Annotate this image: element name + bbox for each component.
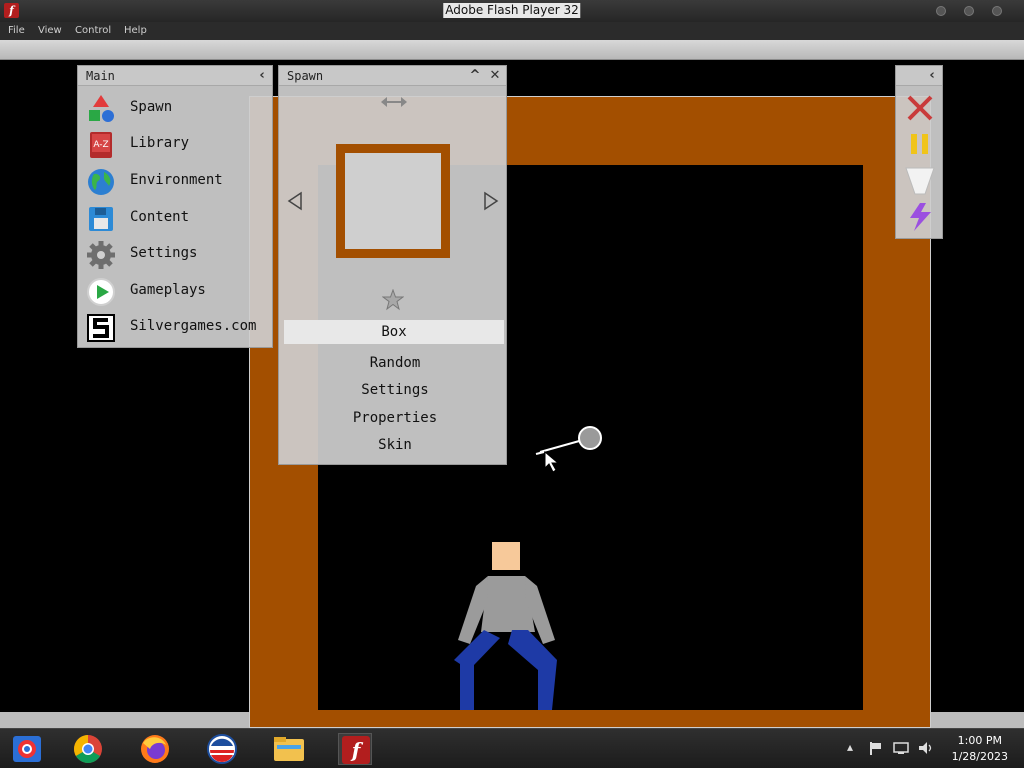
main-item-label: Gameplays (130, 282, 206, 298)
main-item-label: Content (130, 209, 190, 225)
main-item-label: Spawn (130, 99, 173, 115)
flash-player-icon[interactable]: f (338, 733, 372, 765)
network-icon[interactable] (893, 741, 909, 755)
main-panel-header: Main ‹ (78, 66, 272, 86)
mouse-cursor-icon (544, 450, 560, 473)
menu-file[interactable]: File (8, 25, 25, 36)
system-clock[interactable]: 1:00 PM 1/28/2023 (952, 733, 1008, 765)
spawn-option-random[interactable]: Random (285, 351, 505, 375)
close-icon[interactable]: ✕ (486, 67, 504, 85)
main-item-gameplays[interactable]: Gameplays (82, 275, 270, 309)
ragdoll-figure[interactable] (440, 420, 620, 720)
ragdoll-left-leg (454, 630, 500, 710)
firefox-icon[interactable] (138, 733, 172, 765)
main-item-content[interactable]: Content (82, 202, 270, 236)
clock-date: 1/28/2023 (951, 750, 1008, 763)
chrome-icon[interactable] (71, 733, 105, 765)
action-center-flag-icon[interactable] (869, 741, 883, 755)
obama-logo-icon[interactable] (205, 733, 239, 765)
main-item-settings[interactable]: Settings (82, 238, 270, 272)
gear-icon (87, 241, 115, 269)
ragdoll-head (492, 542, 520, 570)
spawn-panel-title: Spawn (287, 69, 324, 83)
floppy-icon (89, 207, 113, 231)
play-icon (87, 278, 115, 306)
svg-text:A-Z: A-Z (93, 140, 108, 150)
book-icon: A-Z (90, 132, 112, 158)
spawn-option-skin[interactable]: Skin (285, 433, 505, 457)
favorite-star-icon[interactable] (382, 289, 404, 311)
main-panel-title: Main (86, 69, 115, 83)
close-window-button[interactable] (992, 6, 1002, 16)
stage-ground-left (0, 712, 249, 728)
file-explorer-icon[interactable] (272, 733, 306, 765)
main-item-spawn[interactable]: Spawn (82, 92, 270, 126)
spawn-selected-box[interactable]: Box (284, 320, 504, 344)
ragdoll-right-leg (508, 630, 557, 710)
menu-control[interactable]: Control (75, 25, 111, 36)
tools-panel: ‹ (895, 65, 943, 239)
box-preview (336, 144, 450, 258)
clock-time: 1:00 PM (957, 734, 1002, 747)
menu-bar: File View Control Help (0, 22, 1024, 40)
maximize-button[interactable] (964, 6, 974, 16)
previous-arrow-icon[interactable] (287, 191, 303, 211)
main-item-label: Library (130, 135, 190, 151)
shapes-icon (89, 95, 114, 122)
main-item-label: Silvergames.com (130, 318, 257, 334)
window-title: Adobe Flash Player 32 (443, 3, 581, 18)
lightning-icon[interactable] (906, 202, 934, 232)
spawn-panel: Spawn ^ ✕ Box Random Settings Properties… (278, 65, 507, 465)
main-item-label: Settings (130, 245, 198, 261)
main-item-library[interactable]: A-Z Library (82, 128, 270, 162)
main-item-environment[interactable]: Environment (82, 165, 270, 199)
spawn-option-properties[interactable]: Properties (285, 406, 505, 430)
main-panel: Main ‹ Spawn A-Z Library Environment Con… (77, 65, 273, 348)
chevron-left-icon[interactable]: ‹ (923, 67, 941, 85)
menu-view[interactable]: View (38, 25, 62, 36)
globe-icon (88, 169, 114, 195)
chrome-cube-icon[interactable] (10, 733, 44, 765)
resize-arrows-icon[interactable] (381, 96, 407, 108)
chevron-left-icon[interactable]: ‹ (253, 67, 271, 85)
pause-icon[interactable] (908, 132, 932, 156)
minimize-button[interactable] (936, 6, 946, 16)
next-arrow-icon[interactable] (483, 191, 499, 211)
close-icon[interactable] (906, 94, 934, 122)
menu-help[interactable]: Help (124, 25, 147, 36)
funnel-icon[interactable] (905, 166, 935, 196)
main-item-silvergames[interactable]: Silvergames.com (82, 311, 270, 345)
volume-icon[interactable] (917, 741, 933, 755)
spawn-panel-header: Spawn ^ ✕ (279, 66, 506, 86)
chevron-up-icon[interactable]: ^ (466, 67, 484, 85)
player-toolstrip (0, 40, 1024, 60)
drag-handle (578, 426, 602, 450)
flash-app-icon: f (4, 3, 19, 18)
window-titlebar: f Adobe Flash Player 32 (0, 0, 1024, 22)
taskbar: f ▴ 1:00 PM 1/28/2023 (0, 728, 1024, 768)
spawn-option-settings[interactable]: Settings (285, 378, 505, 402)
tray-expand-icon[interactable]: ▴ (847, 740, 853, 754)
silvergames-logo-icon (87, 314, 115, 342)
main-item-label: Environment (130, 172, 223, 188)
tools-panel-header: ‹ (896, 66, 942, 86)
stage-ground-right (931, 712, 1024, 728)
